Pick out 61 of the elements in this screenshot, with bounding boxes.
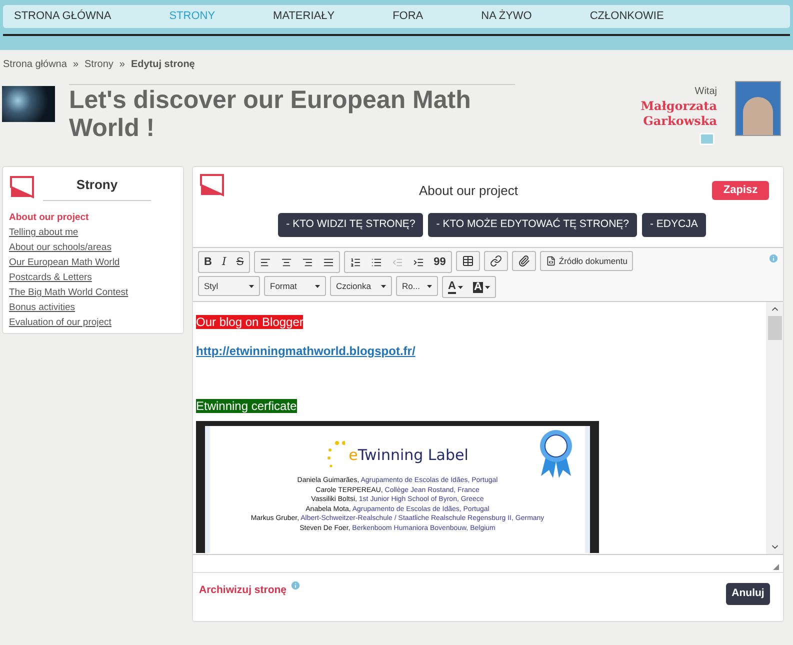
stars-icon: [326, 440, 345, 470]
background-color-button[interactable]: A: [468, 277, 495, 297]
scrollbar[interactable]: [766, 302, 783, 554]
caret-icon: [315, 284, 320, 288]
save-button[interactable]: Zapisz: [712, 181, 769, 200]
link-icon[interactable]: [484, 251, 508, 271]
project-thumbnail: [2, 86, 55, 122]
source-button[interactable]: Źródło dokumentu: [540, 251, 634, 271]
caret-icon: [381, 284, 386, 288]
sidebar-link[interactable]: Evaluation of our project: [9, 316, 112, 329]
toolbar-dropdown[interactable]: Czcionka: [330, 276, 392, 296]
italic-button[interactable]: I: [216, 252, 232, 272]
toolbar-dropdown[interactable]: Format: [264, 276, 326, 296]
breadcrumb-separator: »: [119, 58, 125, 72]
toolbar-dropdown[interactable]: Ro...: [396, 276, 438, 296]
document-icon: [546, 256, 556, 266]
sidebar-title: Strony: [76, 177, 118, 192]
toolbar-dropdown[interactable]: Styl: [198, 276, 260, 296]
nav-tab[interactable]: STRONA GŁÓWNA: [14, 8, 112, 25]
sidebar-link[interactable]: About our project: [9, 211, 89, 224]
nav-tab[interactable]: CZŁONKOWIE: [590, 8, 664, 25]
blog-link[interactable]: http://etwinningmathworld.blogspot.fr/: [196, 344, 416, 358]
archive-link[interactable]: Archiwizuj stronę: [199, 583, 287, 599]
sidebar-link[interactable]: The Big Math World Contest: [9, 286, 128, 299]
strikethrough-button[interactable]: S: [231, 252, 249, 272]
breadcrumb-separator: »: [72, 58, 78, 72]
page-heading: Let's discover our European Math World !: [69, 86, 472, 142]
certificate-heading: Etwinning cerficate: [196, 399, 297, 413]
caret-icon: [458, 286, 463, 288]
page-logo-icon: [9, 175, 35, 199]
caret-icon: [484, 286, 490, 288]
page-title: About our project: [418, 183, 518, 198]
breadcrumb-link[interactable]: Strona główna: [3, 56, 67, 72]
nav-tab[interactable]: MATERIAŁY: [273, 8, 335, 25]
caret-icon: [427, 284, 432, 288]
certificate-title: eTwinning Label: [348, 444, 468, 466]
nav-tab[interactable]: FORA: [392, 8, 424, 25]
option-button[interactable]: - KTO MOŻE EDYTOWAĆ TĘ STRONĘ?: [428, 213, 637, 237]
breadcrumb-current: Edytuj stronę: [130, 58, 195, 72]
text-color-button[interactable]: A: [443, 277, 468, 297]
option-button[interactable]: - EDYCJA: [642, 213, 706, 237]
scrollbar-thumb[interactable]: [768, 316, 782, 340]
page-logo-icon: [199, 173, 225, 197]
sidebar-link[interactable]: Our European Math World: [9, 256, 120, 269]
sidebar-link[interactable]: Postcards & Letters: [9, 271, 92, 284]
resize-handle-icon[interactable]: [773, 564, 779, 570]
greeting-text: Witaj: [694, 85, 717, 99]
table-icon[interactable]: [456, 251, 480, 271]
sidebar-link[interactable]: Bonus activities: [9, 301, 76, 314]
nav-tab[interactable]: NA ŻYWO: [481, 8, 532, 25]
blog-heading: Our blog on Blogger: [196, 315, 304, 329]
caret-icon: [249, 284, 254, 288]
user-name-link[interactable]: Małgorzata Garkowska: [637, 99, 717, 129]
sidebar-link[interactable]: Telling about me: [9, 226, 78, 239]
breadcrumb-link[interactable]: Strony: [84, 56, 114, 72]
bold-button[interactable]: B: [199, 252, 217, 272]
paperclip-icon[interactable]: [512, 251, 536, 271]
sidebar-link[interactable]: About our schools/areas: [9, 241, 112, 254]
blockquote-button[interactable]: 99: [428, 252, 451, 272]
cancel-button[interactable]: Anuluj: [726, 583, 770, 605]
option-button[interactable]: - KTO WIDZI TĘ STRONĘ?: [278, 213, 424, 237]
